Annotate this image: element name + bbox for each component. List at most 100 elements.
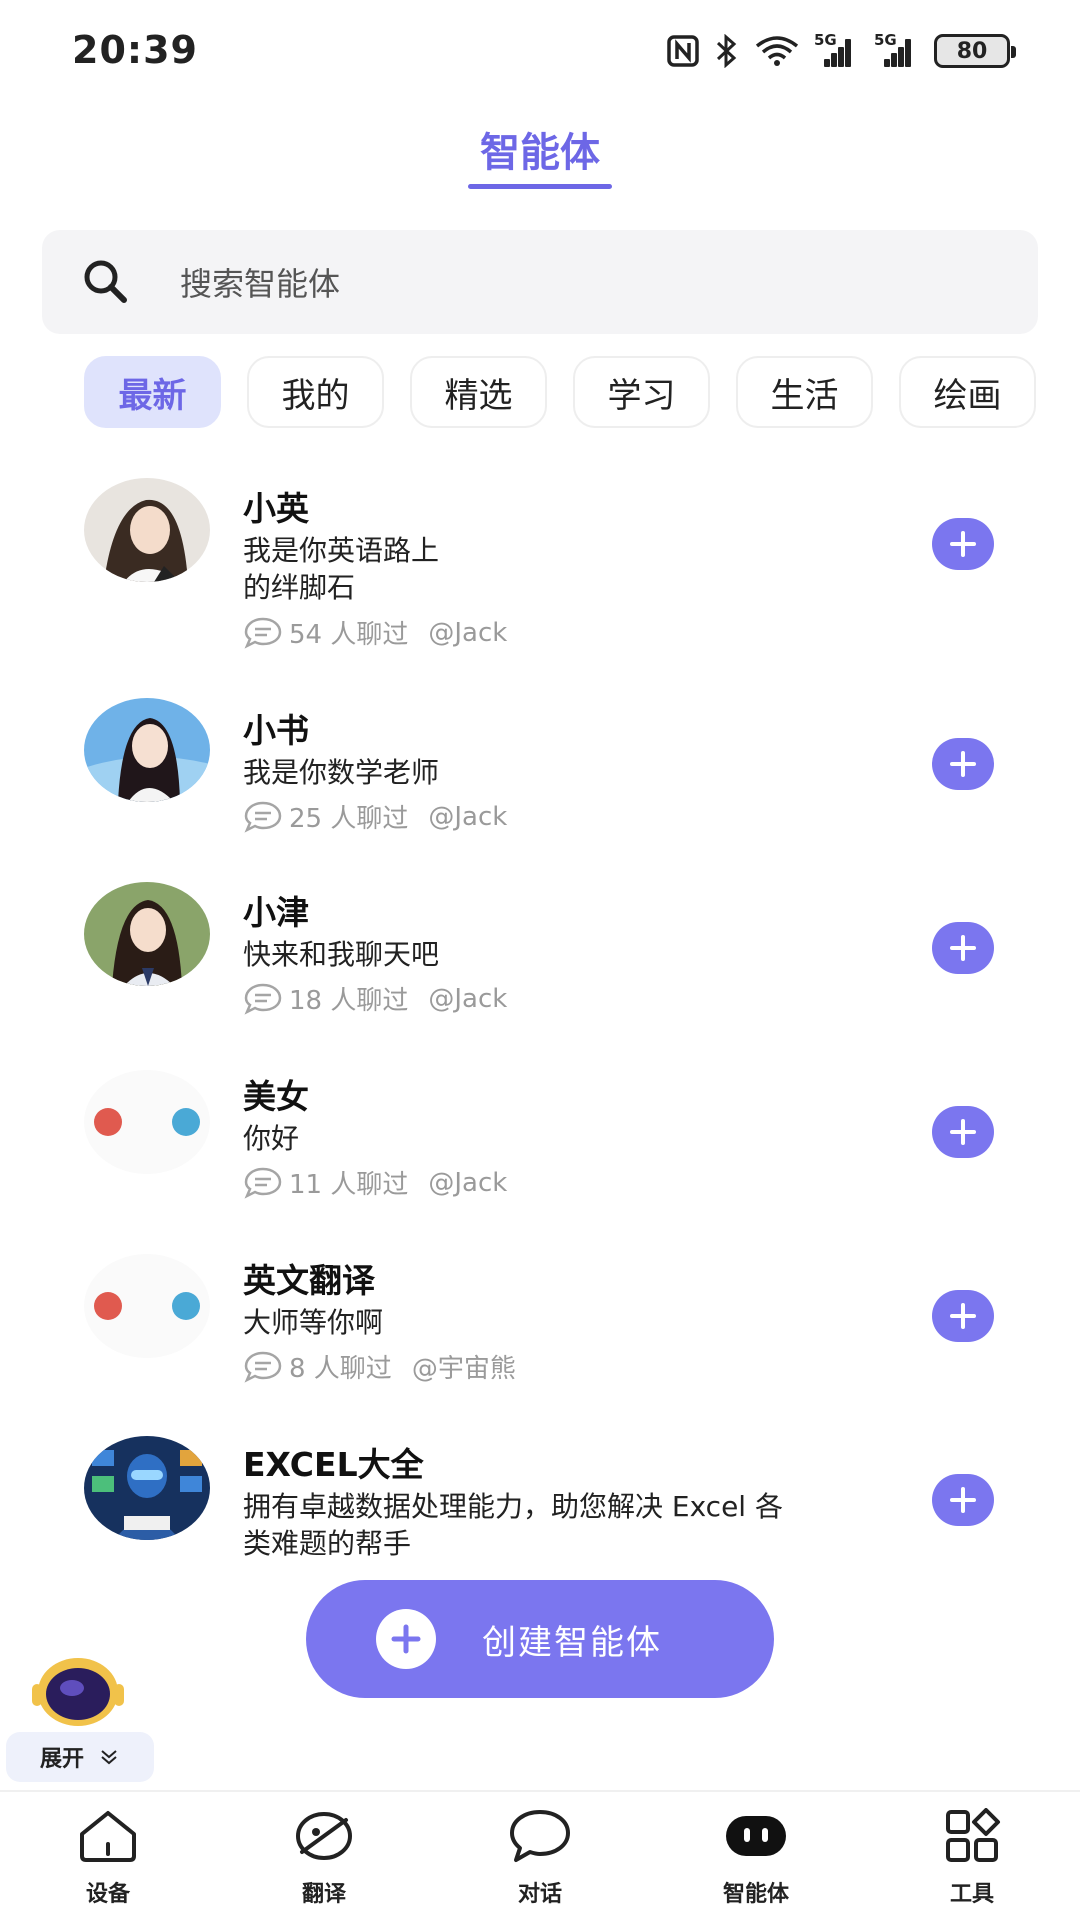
expand-button[interactable]: 展开 (6, 1732, 154, 1782)
tab-drawing[interactable]: 绘画 (899, 356, 1036, 428)
add-agent-button[interactable] (932, 922, 994, 974)
agent-meta: 18 人聊过 @Jack (243, 980, 507, 1017)
nav-label: 工具 (949, 1882, 994, 1907)
agent-description: 我是你数学老师 (243, 756, 440, 789)
nav-devices[interactable]: 设备 (0, 1792, 216, 1920)
astronaut-icon (32, 1658, 124, 1726)
agent-description: 快来和我聊天吧 (243, 938, 440, 971)
agent-description: 大师等你啊 (243, 1306, 384, 1339)
plus-icon (376, 1609, 436, 1669)
author: @Jack (428, 983, 508, 1014)
create-agent-button[interactable]: 创建智能体 (306, 1580, 774, 1698)
wifi-icon (755, 36, 799, 66)
nav-label: 智能体 (722, 1882, 789, 1907)
add-agent-button[interactable] (932, 738, 994, 790)
battery-icon: 80 (934, 34, 1016, 68)
translate-icon (296, 1812, 352, 1860)
agent-description: 你好 (243, 1122, 300, 1155)
comment-icon (244, 801, 282, 833)
add-agent-button[interactable] (932, 518, 994, 570)
status-time: 20:39 (72, 28, 198, 72)
author: @Jack (428, 617, 508, 648)
plus-icon (950, 751, 976, 777)
expand-label: 展开 (39, 1747, 84, 1772)
avatar (84, 698, 210, 802)
add-agent-button[interactable] (932, 1290, 994, 1342)
plus-icon (950, 935, 976, 961)
chat-bubble-icon (510, 1810, 570, 1862)
agent-list: 小英 我是你英语路上 的绊脚石 54 人聊过 @Jack 小书 我是你数学老师 (0, 470, 1080, 1570)
battery-level: 80 (956, 38, 988, 64)
agent-name: 小书 (243, 711, 309, 750)
agent-description-line: 我是你英语路上 (243, 534, 440, 567)
nav-tools[interactable]: 工具 (864, 1792, 1080, 1920)
add-agent-button[interactable] (932, 1106, 994, 1158)
agent-name: 英文翻译 (243, 1261, 375, 1300)
chat-count: 54 人聊过 (289, 620, 409, 650)
cell-signal-1-icon: 5G (814, 31, 860, 67)
plus-icon (950, 531, 976, 557)
plus-icon (950, 1119, 976, 1145)
search-input[interactable]: 搜索智能体 (42, 230, 1038, 334)
category-tabs: 最新 我的 精选 学习 生活 绘画 (84, 356, 1036, 428)
comment-icon (244, 1167, 282, 1199)
avatar (84, 1070, 210, 1174)
agent-meta: 8 人聊过 @宇宙熊 (243, 1348, 516, 1385)
agent-meta: 25 人聊过 @Jack (243, 798, 507, 835)
agent-meta: 11 人聊过 @Jack (243, 1164, 507, 1201)
chat-count: 25 人聊过 (289, 804, 409, 834)
avatar (84, 478, 210, 582)
tab-life[interactable]: 生活 (736, 356, 873, 428)
page-title[interactable]: 智能体 (0, 120, 1080, 178)
agent-name: 小津 (243, 893, 309, 932)
avatar (84, 1436, 210, 1540)
tools-icon (946, 1808, 1000, 1862)
agent-description: 拥有卓越数据处理能力，助您解决 Excel 各 类难题的帮手 (243, 1488, 783, 1562)
nav-label: 翻译 (301, 1882, 346, 1907)
plus-icon (950, 1487, 976, 1513)
avatar (84, 1254, 210, 1358)
home-icon (80, 1811, 136, 1862)
chat-count: 11 人聊过 (289, 1170, 409, 1200)
search-icon (84, 260, 127, 303)
status-icons: 5G 5G 80 (666, 31, 1016, 68)
tab-featured[interactable]: 精选 (410, 356, 547, 428)
agent-name: 美女 (243, 1077, 309, 1116)
author: @Jack (428, 801, 508, 832)
status-bar: 20:39 5G 5G 80 (0, 0, 1080, 100)
bluetooth-icon (716, 34, 737, 68)
chevron-down-icon (101, 1750, 117, 1765)
tab-latest[interactable]: 最新 (84, 356, 221, 428)
comment-icon (244, 983, 282, 1015)
agent-description: 我是你英语路上 的绊脚石 (243, 532, 439, 606)
tab-study[interactable]: 学习 (573, 356, 710, 428)
nav-label: 设备 (85, 1882, 130, 1907)
comment-icon (244, 1351, 282, 1383)
nav-agents[interactable]: 智能体 (648, 1792, 864, 1920)
title-underline (468, 184, 612, 189)
floating-assistant[interactable]: 展开 (0, 1640, 160, 1790)
add-agent-button[interactable] (932, 1474, 994, 1526)
tab-mine[interactable]: 我的 (247, 356, 384, 428)
nav-translate[interactable]: 翻译 (216, 1792, 432, 1920)
nav-label: 对话 (517, 1882, 562, 1907)
chat-count: 8 人聊过 (289, 1354, 392, 1384)
agent-description-line: 的绊脚石 (243, 571, 356, 604)
search-placeholder: 搜索智能体 (180, 265, 341, 303)
nav-chat[interactable]: 对话 (432, 1792, 648, 1920)
plus-icon (950, 1303, 976, 1329)
comment-icon (244, 617, 282, 649)
agent-name: 小英 (243, 489, 309, 528)
author: @Jack (428, 1167, 508, 1198)
avatar (84, 882, 210, 986)
cell-signal-2-icon: 5G (874, 31, 920, 67)
agent-name: EXCEL大全 (243, 1445, 424, 1484)
bottom-nav: 设备 翻译 对话 智能体 工具 (0, 1790, 1080, 1920)
author: @宇宙熊 (411, 1354, 516, 1384)
agent-description-line: 拥有卓越数据处理能力，助您解决 Excel 各 (243, 1490, 783, 1523)
agent-icon (726, 1816, 786, 1856)
agent-description-line: 类难题的帮手 (243, 1527, 412, 1560)
chat-count: 18 人聊过 (289, 986, 409, 1016)
agent-meta: 54 人聊过 @Jack (243, 614, 507, 651)
create-agent-label: 创建智能体 (482, 1622, 662, 1663)
